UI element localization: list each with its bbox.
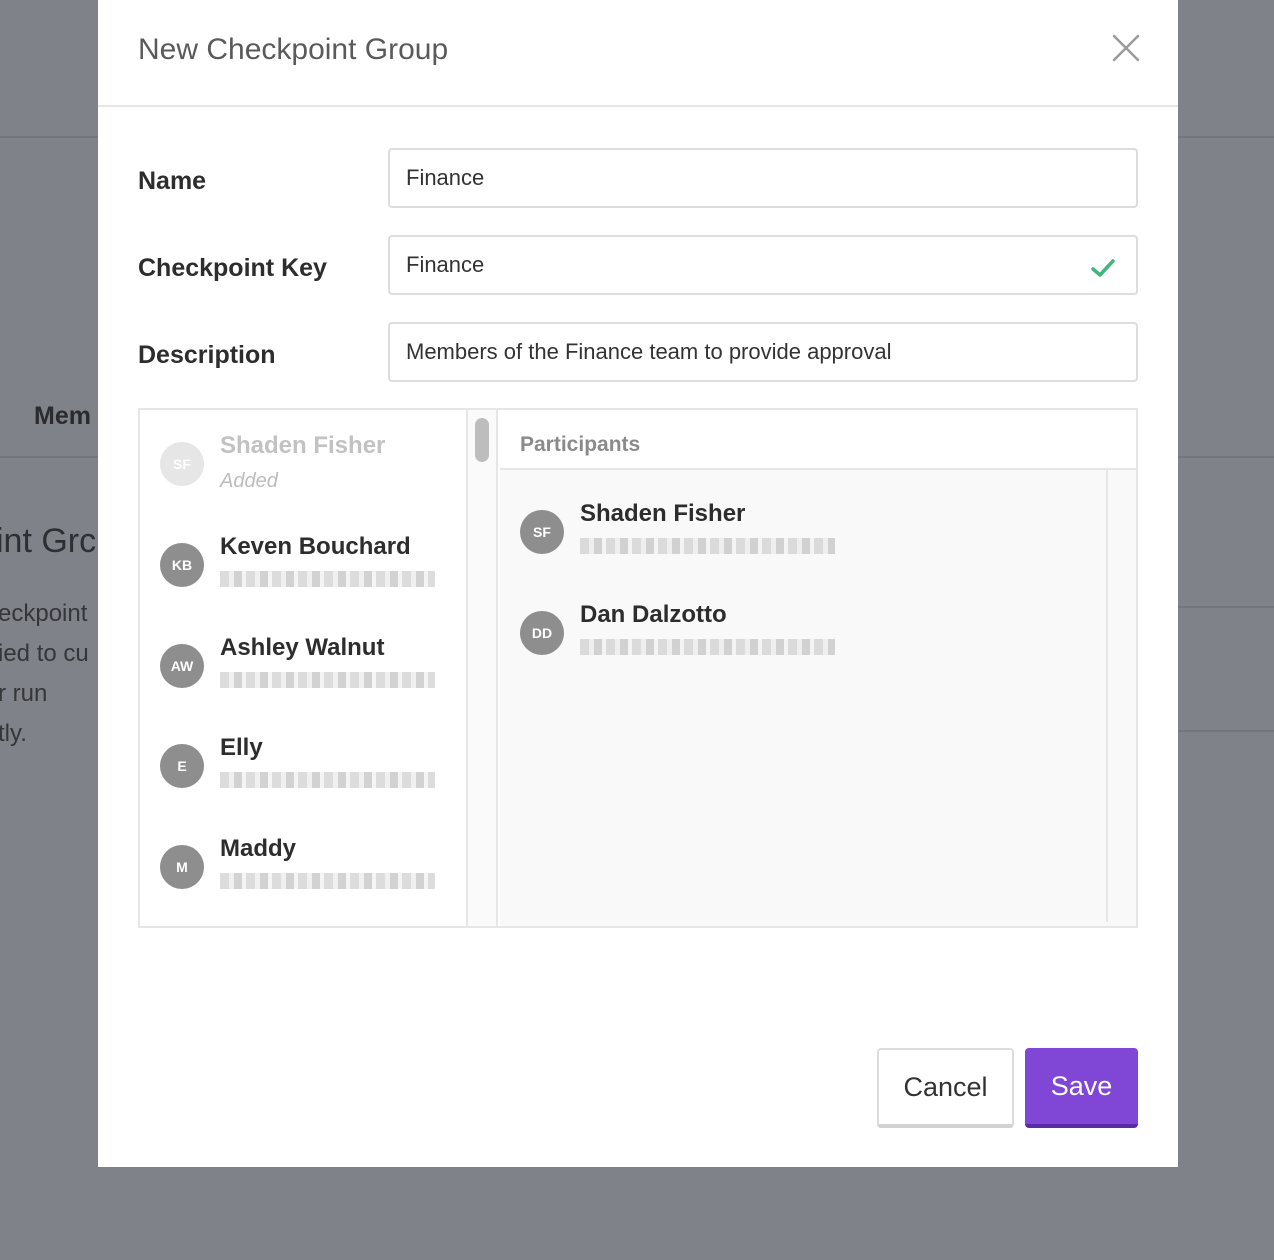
redacted-email — [220, 772, 435, 788]
participant-item[interactable]: DD Dan Dalzotto — [520, 581, 1080, 671]
redacted-email — [580, 538, 835, 554]
added-status: Added — [220, 470, 278, 492]
redacted-email — [220, 571, 435, 587]
list-item[interactable]: KB Keven Bouchard — [160, 511, 460, 601]
save-button[interactable]: Save — [1025, 1048, 1138, 1128]
description-label: Description — [138, 341, 276, 369]
background-heading: int Grc — [0, 522, 97, 560]
redacted-email — [220, 873, 435, 889]
list-item[interactable]: M Maddy — [160, 813, 460, 903]
checkpoint-key-label: Checkpoint Key — [138, 254, 327, 282]
name-input[interactable] — [388, 148, 1138, 208]
person-name: Elly — [220, 734, 263, 761]
avatar: M — [160, 845, 204, 889]
cancel-button[interactable]: Cancel — [877, 1048, 1014, 1128]
checkpoint-key-input[interactable] — [388, 235, 1138, 295]
participant-name: Dan Dalzotto — [580, 601, 727, 628]
list-item[interactable]: AW Ashley Walnut — [160, 612, 460, 702]
background-text-line: tly. — [0, 720, 27, 747]
background-text-line: eckpoint — [0, 600, 88, 627]
avatar: AW — [160, 644, 204, 688]
description-input[interactable] — [388, 322, 1138, 382]
background-text-line: r run — [0, 680, 48, 707]
redacted-email — [580, 639, 835, 655]
avatar: DD — [520, 611, 564, 655]
check-icon — [1089, 254, 1117, 282]
new-checkpoint-group-modal: New Checkpoint Group Name Checkpoint Key… — [98, 0, 1178, 1167]
participant-item[interactable]: SF Shaden Fisher — [520, 480, 1080, 570]
modal-title: New Checkpoint Group — [138, 33, 449, 66]
list-item-added[interactable]: SF Shaden Fisher Added — [160, 410, 460, 500]
avatar: SF — [520, 510, 564, 554]
person-name: Maddy — [220, 835, 297, 862]
close-icon[interactable] — [1108, 30, 1144, 66]
avatar: SF — [160, 442, 204, 486]
person-name: Ashley Walnut — [220, 634, 385, 661]
people-list-scrollbar[interactable] — [468, 410, 498, 926]
avatar: E — [160, 744, 204, 788]
background-text-line: ied to cu — [0, 640, 89, 667]
scrollbar-thumb[interactable] — [475, 418, 489, 462]
list-item[interactable]: E Elly — [160, 712, 460, 802]
participants-header: Participants — [500, 410, 1136, 470]
background-tab-members: Mem — [34, 402, 91, 430]
modal-header: New Checkpoint Group — [98, 0, 1178, 107]
background-card — [1178, 606, 1274, 732]
person-name: Shaden Fisher — [220, 432, 386, 459]
participants-scrollbar[interactable] — [1106, 470, 1136, 922]
name-label: Name — [138, 167, 207, 195]
participants-panel: Participants SF Shaden Fisher DD Dan Dal… — [500, 410, 1136, 926]
person-name: Keven Bouchard — [220, 533, 411, 560]
participants-title: Participants — [520, 433, 641, 456]
redacted-email — [220, 672, 435, 688]
people-list: SF Shaden Fisher Added KB Keven Bouchard… — [140, 410, 468, 926]
member-picker: SF Shaden Fisher Added KB Keven Bouchard… — [138, 408, 1138, 928]
avatar: KB — [160, 543, 204, 587]
participant-name: Shaden Fisher — [580, 500, 746, 527]
